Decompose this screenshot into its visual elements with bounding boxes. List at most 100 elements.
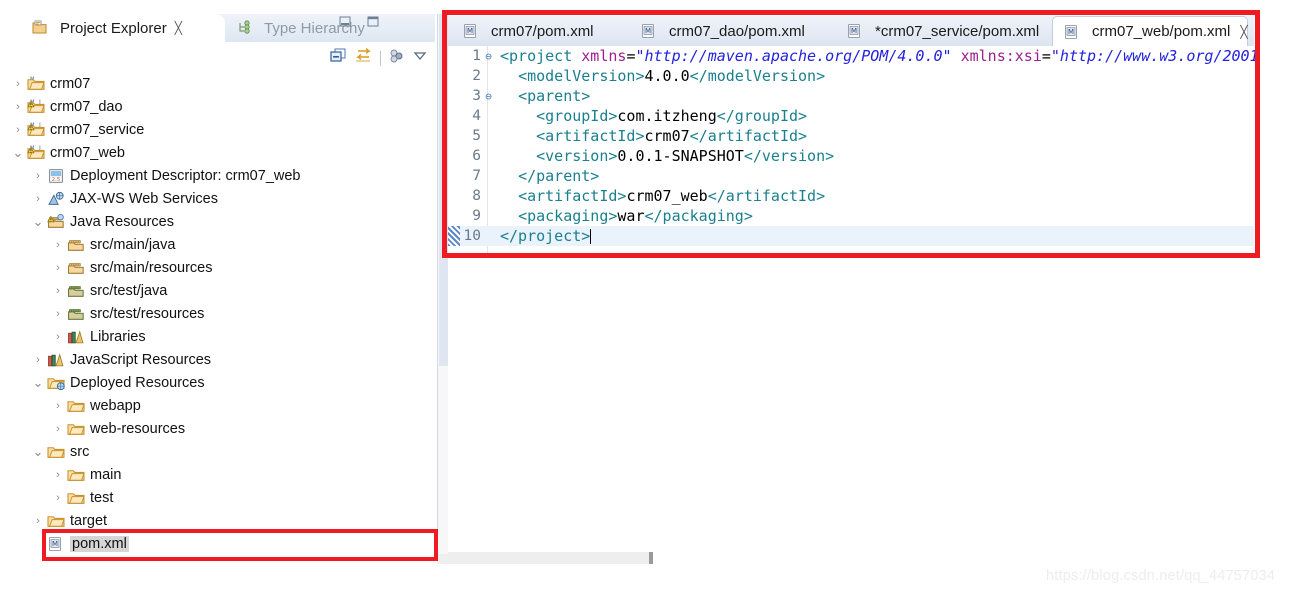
tree-item[interactable]: ›MJ crm07_service <box>12 118 437 141</box>
svg-text:M: M <box>52 540 58 548</box>
tree-item[interactable]: › webapp <box>12 394 437 417</box>
line-number: 7 <box>472 168 481 184</box>
fold-collapse-icon[interactable]: ⊖ <box>483 90 494 103</box>
view-menu-icon[interactable] <box>388 48 405 69</box>
chevron-right-icon[interactable]: › <box>52 239 64 251</box>
chevron-right-icon[interactable]: › <box>52 469 64 481</box>
view-tab-label: Project Explorer <box>60 19 167 37</box>
xml-editor[interactable]: 1 ⊖ <project xmlns="http://maven.apache.or… <box>448 46 1259 254</box>
tree-item[interactable]: › main <box>12 463 437 486</box>
editor-tab[interactable]: Mcrm07/pom.xml <box>452 16 624 46</box>
code-line[interactable]: 8 <artifactId>crm07_web</artifactId> <box>448 186 1254 206</box>
maven-pom-file-icon: M <box>1063 24 1081 40</box>
folder-icon <box>67 490 85 506</box>
tree-item-label: Deployment Descriptor: crm07_web <box>70 167 301 184</box>
tree-item[interactable]: › src/main/java <box>12 233 437 256</box>
view-toolbar <box>330 48 428 69</box>
editor-tab[interactable]: M *crm07_service/pom.xml <box>836 16 1046 46</box>
chevron-right-icon[interactable]: › <box>52 423 64 435</box>
code-line[interactable]: 6 <version>0.0.1-SNAPSHOT</version> <box>448 146 1254 166</box>
code-text: <packaging>war</packaging> <box>518 207 753 225</box>
svg-text:M: M <box>851 27 857 35</box>
view-minimize-button[interactable] <box>338 16 352 33</box>
java-resources-icon <box>47 213 65 230</box>
chevron-right-icon[interactable]: › <box>52 262 64 274</box>
chevron-down-icon[interactable]: ⌄ <box>32 445 44 458</box>
svg-text:M: M <box>467 27 473 35</box>
tree-item-label: test <box>90 489 114 506</box>
code-content[interactable]: 1 ⊖ <project xmlns="http://maven.apache.or… <box>448 46 1259 246</box>
collapse-all-icon[interactable] <box>330 48 347 69</box>
scrollbar-thumb[interactable] <box>439 14 448 366</box>
fold-collapse-icon[interactable]: ⊖ <box>483 50 494 63</box>
code-text: <project xmlns="http://maven.apache.org/… <box>500 47 1259 65</box>
tree-item[interactable]: › JAX-WS Web Services <box>12 187 437 210</box>
chevron-right-icon[interactable]: › <box>52 331 64 343</box>
code-line[interactable]: 10 </project> <box>448 226 1254 246</box>
tree-item[interactable]: › src/main/resources <box>12 256 437 279</box>
line-number: 1 <box>472 48 481 64</box>
maven-project-icon: M <box>27 76 45 92</box>
chevron-right-icon[interactable]: › <box>52 308 64 320</box>
code-line[interactable]: 2 <modelVersion>4.0.0</modelVersion> <box>448 66 1254 86</box>
tree-item[interactable]: › test <box>12 486 437 509</box>
close-icon[interactable]: ╳ <box>1240 25 1247 39</box>
code-line[interactable]: 4 <groupId>com.itzheng</groupId> <box>448 106 1254 126</box>
close-icon[interactable]: ╳ <box>175 21 182 35</box>
link-with-editor-icon[interactable] <box>354 48 373 69</box>
code-line[interactable]: 7 </parent> <box>448 166 1254 186</box>
chevron-right-icon[interactable]: › <box>52 285 64 297</box>
chevron-down-icon[interactable]: ⌄ <box>32 376 44 389</box>
line-number: 6 <box>472 148 481 164</box>
tree-item[interactable]: › target <box>12 509 437 532</box>
chevron-right-icon[interactable]: › <box>52 400 64 412</box>
code-line[interactable]: 9 <packaging>war</packaging> <box>448 206 1254 226</box>
svg-text:M: M <box>645 27 651 35</box>
code-text: </project> <box>500 227 592 245</box>
maven-java-project-icon: MJ <box>27 122 45 138</box>
tree-item-label: Deployed Resources <box>70 374 205 391</box>
chevron-right-icon[interactable]: › <box>32 354 44 366</box>
chevron-right-icon[interactable]: › <box>52 492 64 504</box>
view-maximize-button[interactable] <box>366 16 380 33</box>
code-line[interactable]: 3 ⊖ <parent> <box>448 86 1254 106</box>
chevron-down-icon[interactable] <box>412 49 428 68</box>
editor-tab[interactable]: Mcrm07_web/pom.xml ╳ <box>1052 16 1248 46</box>
chevron-right-icon[interactable]: › <box>32 193 44 205</box>
chevron-right-icon[interactable]: › <box>32 170 44 182</box>
code-line[interactable]: 1 ⊖ <project xmlns="http://maven.apache.or… <box>448 46 1258 66</box>
project-tree[interactable]: ›Mcrm07›MJcrm07_dao›MJcrm07_service⌄MJcr… <box>12 72 437 555</box>
tree-item[interactable]: ⌄ Deployed Resources <box>12 371 437 394</box>
explorer-vertical-scrollbar[interactable] <box>437 14 448 554</box>
tree-item[interactable]: Mpom.xml <box>12 532 437 555</box>
scrollbar-thumb[interactable] <box>649 552 653 564</box>
editor-tab[interactable]: Mcrm07_dao/pom.xml <box>630 16 830 46</box>
code-line[interactable]: 5 <artifactId>crm07</artifactId> <box>448 126 1254 146</box>
chevron-down-icon[interactable]: ⌄ <box>12 146 24 159</box>
chevron-down-icon[interactable]: ⌄ <box>32 215 44 228</box>
folder-icon <box>67 467 85 483</box>
explorer-horizontal-scrollbar[interactable] <box>437 554 448 564</box>
tree-item[interactable]: ⌄ src <box>12 440 437 463</box>
source-folder-icon <box>67 260 85 276</box>
tree-item[interactable]: ›Mcrm07 <box>12 72 437 95</box>
view-tab-project-explorer[interactable]: Project Explorer ╳ <box>25 14 225 42</box>
tree-item-label: webapp <box>90 397 141 414</box>
code-text: <artifactId>crm07</artifactId> <box>536 127 808 145</box>
tree-item[interactable]: › JavaScript Resources <box>12 348 437 371</box>
tree-item[interactable]: ⌄ Java Resources <box>12 210 437 233</box>
tree-item[interactable]: › web-resources <box>12 417 437 440</box>
tree-item[interactable]: › 2.5 Deployment Descriptor: crm07_web <box>12 164 437 187</box>
tree-item[interactable]: › Libraries <box>12 325 437 348</box>
view-tab-type-hierarchy[interactable]: Type Hierarchy <box>229 14 409 42</box>
tree-item[interactable]: ›MJ crm07_dao <box>12 95 437 118</box>
editor-tab-label: *crm07_service/pom.xml <box>875 22 1040 40</box>
editor-horizontal-scrollbar[interactable] <box>448 552 653 564</box>
chevron-right-icon[interactable]: › <box>12 124 24 136</box>
tree-item[interactable]: ⌄MJ crm07_web <box>12 141 437 164</box>
chevron-right-icon[interactable]: › <box>12 78 24 90</box>
chevron-right-icon[interactable]: › <box>32 515 44 527</box>
tree-item[interactable]: › src/test/resources <box>12 302 437 325</box>
tree-item[interactable]: › src/test/java <box>12 279 437 302</box>
chevron-right-icon[interactable]: › <box>12 101 24 113</box>
